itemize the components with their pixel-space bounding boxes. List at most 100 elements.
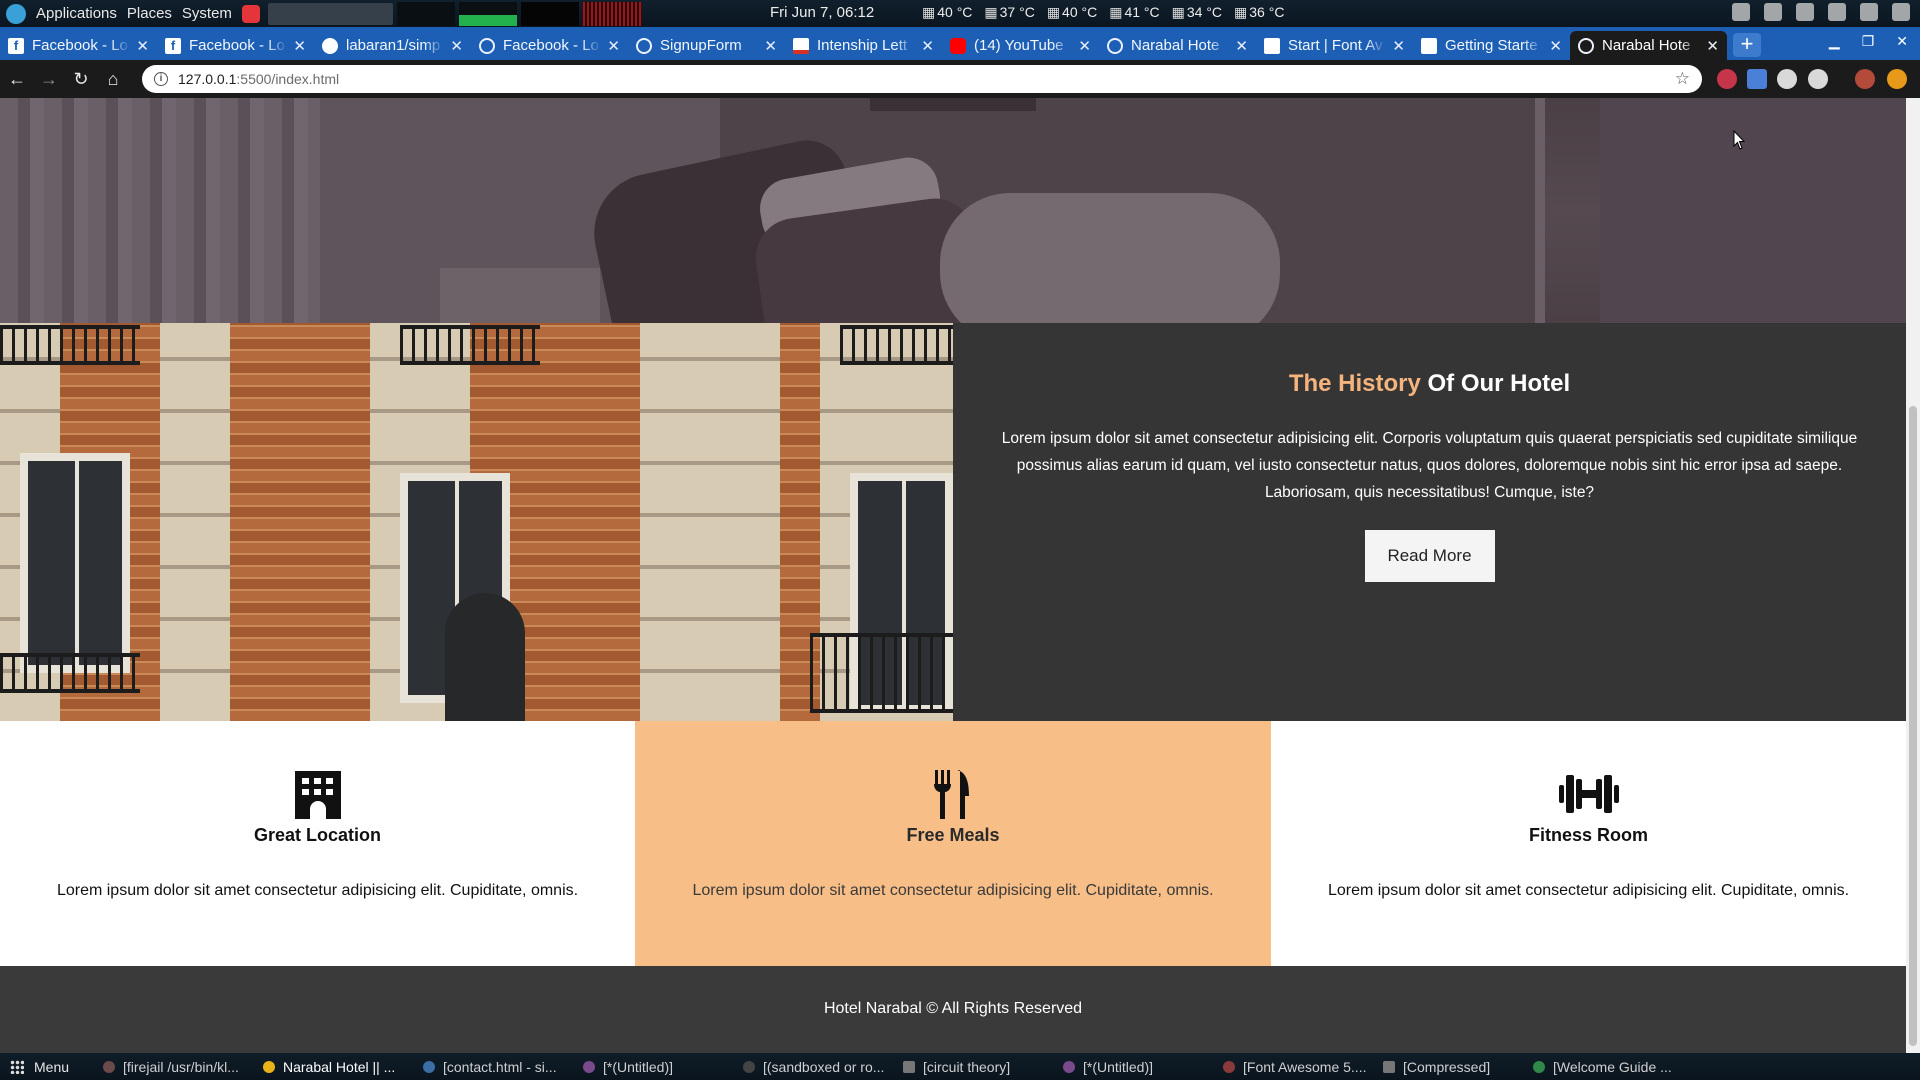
taskbar-item[interactable]: [Welcome Guide ... <box>1525 1055 1685 1079</box>
browser-tab[interactable]: Start | Font Av ✕ <box>1256 31 1413 60</box>
forward-arrow-icon[interactable]: → <box>34 69 64 90</box>
taskbar-item[interactable]: [circuit theory] <box>895 1055 1055 1079</box>
update-alert-icon[interactable] <box>1887 69 1907 89</box>
browser-tab[interactable]: Facebook - Lo ✕ <box>471 31 628 60</box>
globe-icon <box>479 37 495 54</box>
browser-tab[interactable]: f Facebook - Lo ✕ <box>157 31 314 60</box>
address-bar[interactable]: i 127.0.0.1:5500/index.html ☆ <box>142 65 1702 93</box>
extensions-gear-icon[interactable] <box>1808 69 1828 89</box>
bottom-taskbar: Menu [firejail /usr/bin/kl... Narabal Ho… <box>0 1053 1920 1080</box>
temp-sensor: 41 °C <box>1109 4 1159 21</box>
browser-tab[interactable]: labaran1/simp ✕ <box>314 31 471 60</box>
back-arrow-icon[interactable]: ← <box>2 69 32 90</box>
tab-label: Intenship Lett <box>817 37 908 54</box>
taskbar-item[interactable]: [*(Untitled)] <box>1055 1055 1215 1079</box>
tab-close-icon[interactable]: ✕ <box>1706 37 1719 55</box>
extension-icon[interactable] <box>1777 69 1797 89</box>
settings-icon[interactable] <box>1892 3 1910 21</box>
new-tab-button[interactable]: + <box>1733 33 1761 57</box>
screen-recorder-icon[interactable] <box>241 4 260 23</box>
browser-tab[interactable]: f Facebook - Lo ✕ <box>0 31 157 60</box>
github-icon <box>322 37 338 54</box>
browser-tab[interactable]: SignupForm ✕ <box>628 31 785 60</box>
browser-tab[interactable]: Narabal Hote ✕ <box>1099 31 1256 60</box>
history-title-accent: The History <box>1288 370 1421 397</box>
taskbar-item-label: [*(Untitled)] <box>603 1058 674 1075</box>
taskbar-item[interactable]: [Compressed] <box>1375 1055 1525 1079</box>
page-scrollbar[interactable] <box>1906 98 1920 1053</box>
profile-avatar[interactable] <box>1855 69 1875 89</box>
battery-icon[interactable] <box>1860 3 1878 21</box>
taskbar-item[interactable]: [(sandboxed or ro... <box>735 1055 895 1079</box>
browser-tab-strip: f Facebook - Lo ✕ f Facebook - Lo ✕ labaran1… <box>0 27 1920 60</box>
tray-app-icon[interactable] <box>1764 3 1782 21</box>
tab-close-icon[interactable]: ✕ <box>1235 37 1248 55</box>
tab-close-icon[interactable]: ✕ <box>921 37 934 55</box>
window-controls: ▁ ❐ ✕ <box>1829 33 1908 50</box>
places-menu[interactable]: Places <box>127 5 172 22</box>
app-icon <box>743 1060 755 1073</box>
taskbar-item[interactable]: [contact.html - si... <box>415 1055 575 1079</box>
tab-close-icon[interactable]: ✕ <box>136 37 149 55</box>
translate-extension-icon[interactable] <box>1747 69 1767 89</box>
read-more-button[interactable]: Read More <box>1364 530 1495 582</box>
taskbar-item-active[interactable]: Narabal Hotel || ... <box>255 1055 415 1079</box>
reload-icon[interactable]: ↻ <box>66 69 96 90</box>
menu-grid-icon <box>10 1059 24 1074</box>
url-host: 127.0.0.1 <box>178 71 237 87</box>
taskbar-item[interactable]: [*(Untitled)] <box>575 1055 735 1079</box>
taskbar-item[interactable]: [firejail /usr/bin/kl... <box>95 1055 255 1079</box>
hero-button-edge[interactable] <box>870 98 1036 111</box>
tab-label: Facebook - Lo <box>503 37 599 54</box>
browser-tab[interactable]: (14) YouTube ✕ <box>942 31 1099 60</box>
facebook-icon: f <box>165 37 181 54</box>
gmail-icon <box>793 37 809 54</box>
site-info-icon[interactable]: i <box>154 72 168 86</box>
close-window-icon[interactable]: ✕ <box>1896 33 1908 50</box>
taskbar-item-label: [Compressed] <box>1403 1058 1491 1075</box>
taskbar-item[interactable]: [Font Awesome 5.... <box>1215 1055 1375 1079</box>
minimize-icon[interactable]: ▁ <box>1829 33 1840 50</box>
tab-close-icon[interactable]: ✕ <box>1549 37 1562 55</box>
browser-tab[interactable]: Getting Starte ✕ <box>1413 31 1570 60</box>
tab-close-icon[interactable]: ✕ <box>607 37 620 55</box>
start-menu-button[interactable]: Menu <box>10 1059 95 1075</box>
feature-text: Lorem ipsum dolor sit amet consectetur a… <box>56 882 579 899</box>
browser-tab[interactable]: Intenship Lett ✕ <box>785 31 942 60</box>
tab-label: Narabal Hote <box>1602 37 1691 54</box>
restore-icon[interactable]: ❐ <box>1862 33 1875 50</box>
tab-close-icon[interactable]: ✕ <box>293 37 306 55</box>
scrollbar-thumb[interactable] <box>1909 406 1917 1046</box>
facebook-icon: f <box>8 37 24 54</box>
tab-close-icon[interactable]: ✕ <box>1078 37 1091 55</box>
applications-menu[interactable]: Applications <box>36 5 117 22</box>
panel-clock[interactable]: Fri Jun 7, 06:12 <box>770 4 874 21</box>
system-menu[interactable]: System <box>182 5 232 22</box>
tab-close-icon[interactable]: ✕ <box>1392 37 1405 55</box>
extension-icon[interactable] <box>1717 69 1737 89</box>
tab-label: SignupForm <box>660 37 742 54</box>
tab-label: Start | Font Av <box>1288 37 1383 54</box>
feature-text: Lorem ipsum dolor sit amet consectetur a… <box>1327 882 1850 899</box>
tab-label: Facebook - Lo <box>189 37 285 54</box>
tab-close-icon[interactable]: ✕ <box>764 37 777 55</box>
bookmark-star-icon[interactable]: ☆ <box>1675 69 1690 89</box>
volume-icon[interactable] <box>1828 3 1846 21</box>
taskbar-item-label: [Font Awesome 5.... <box>1243 1058 1367 1075</box>
page-viewport: The History Of Our Hotel Lorem ipsum dol… <box>0 98 1906 1053</box>
tray-app-icon[interactable] <box>1732 3 1750 21</box>
system-tray <box>1732 3 1910 21</box>
browser-tab-active[interactable]: Narabal Hote ✕ <box>1570 31 1727 60</box>
tray-app-icon[interactable] <box>1796 3 1814 21</box>
home-icon[interactable]: ⌂ <box>98 69 128 90</box>
tab-label: (14) YouTube <box>974 37 1064 54</box>
app-icon <box>103 1060 115 1073</box>
temp-sensor: 40 °C <box>1047 4 1097 21</box>
feature-card-location: Great Location Lorem ipsum dolor sit ame… <box>0 721 635 966</box>
taskbar-item-label: [Welcome Guide ... <box>1553 1058 1672 1075</box>
distro-logo-icon[interactable] <box>6 3 26 24</box>
page-footer: Hotel Narabal © All Rights Reserved <box>0 966 1906 1053</box>
panel-workspace-preview[interactable] <box>267 2 393 25</box>
flag-icon <box>1421 37 1437 54</box>
tab-close-icon[interactable]: ✕ <box>450 37 463 55</box>
